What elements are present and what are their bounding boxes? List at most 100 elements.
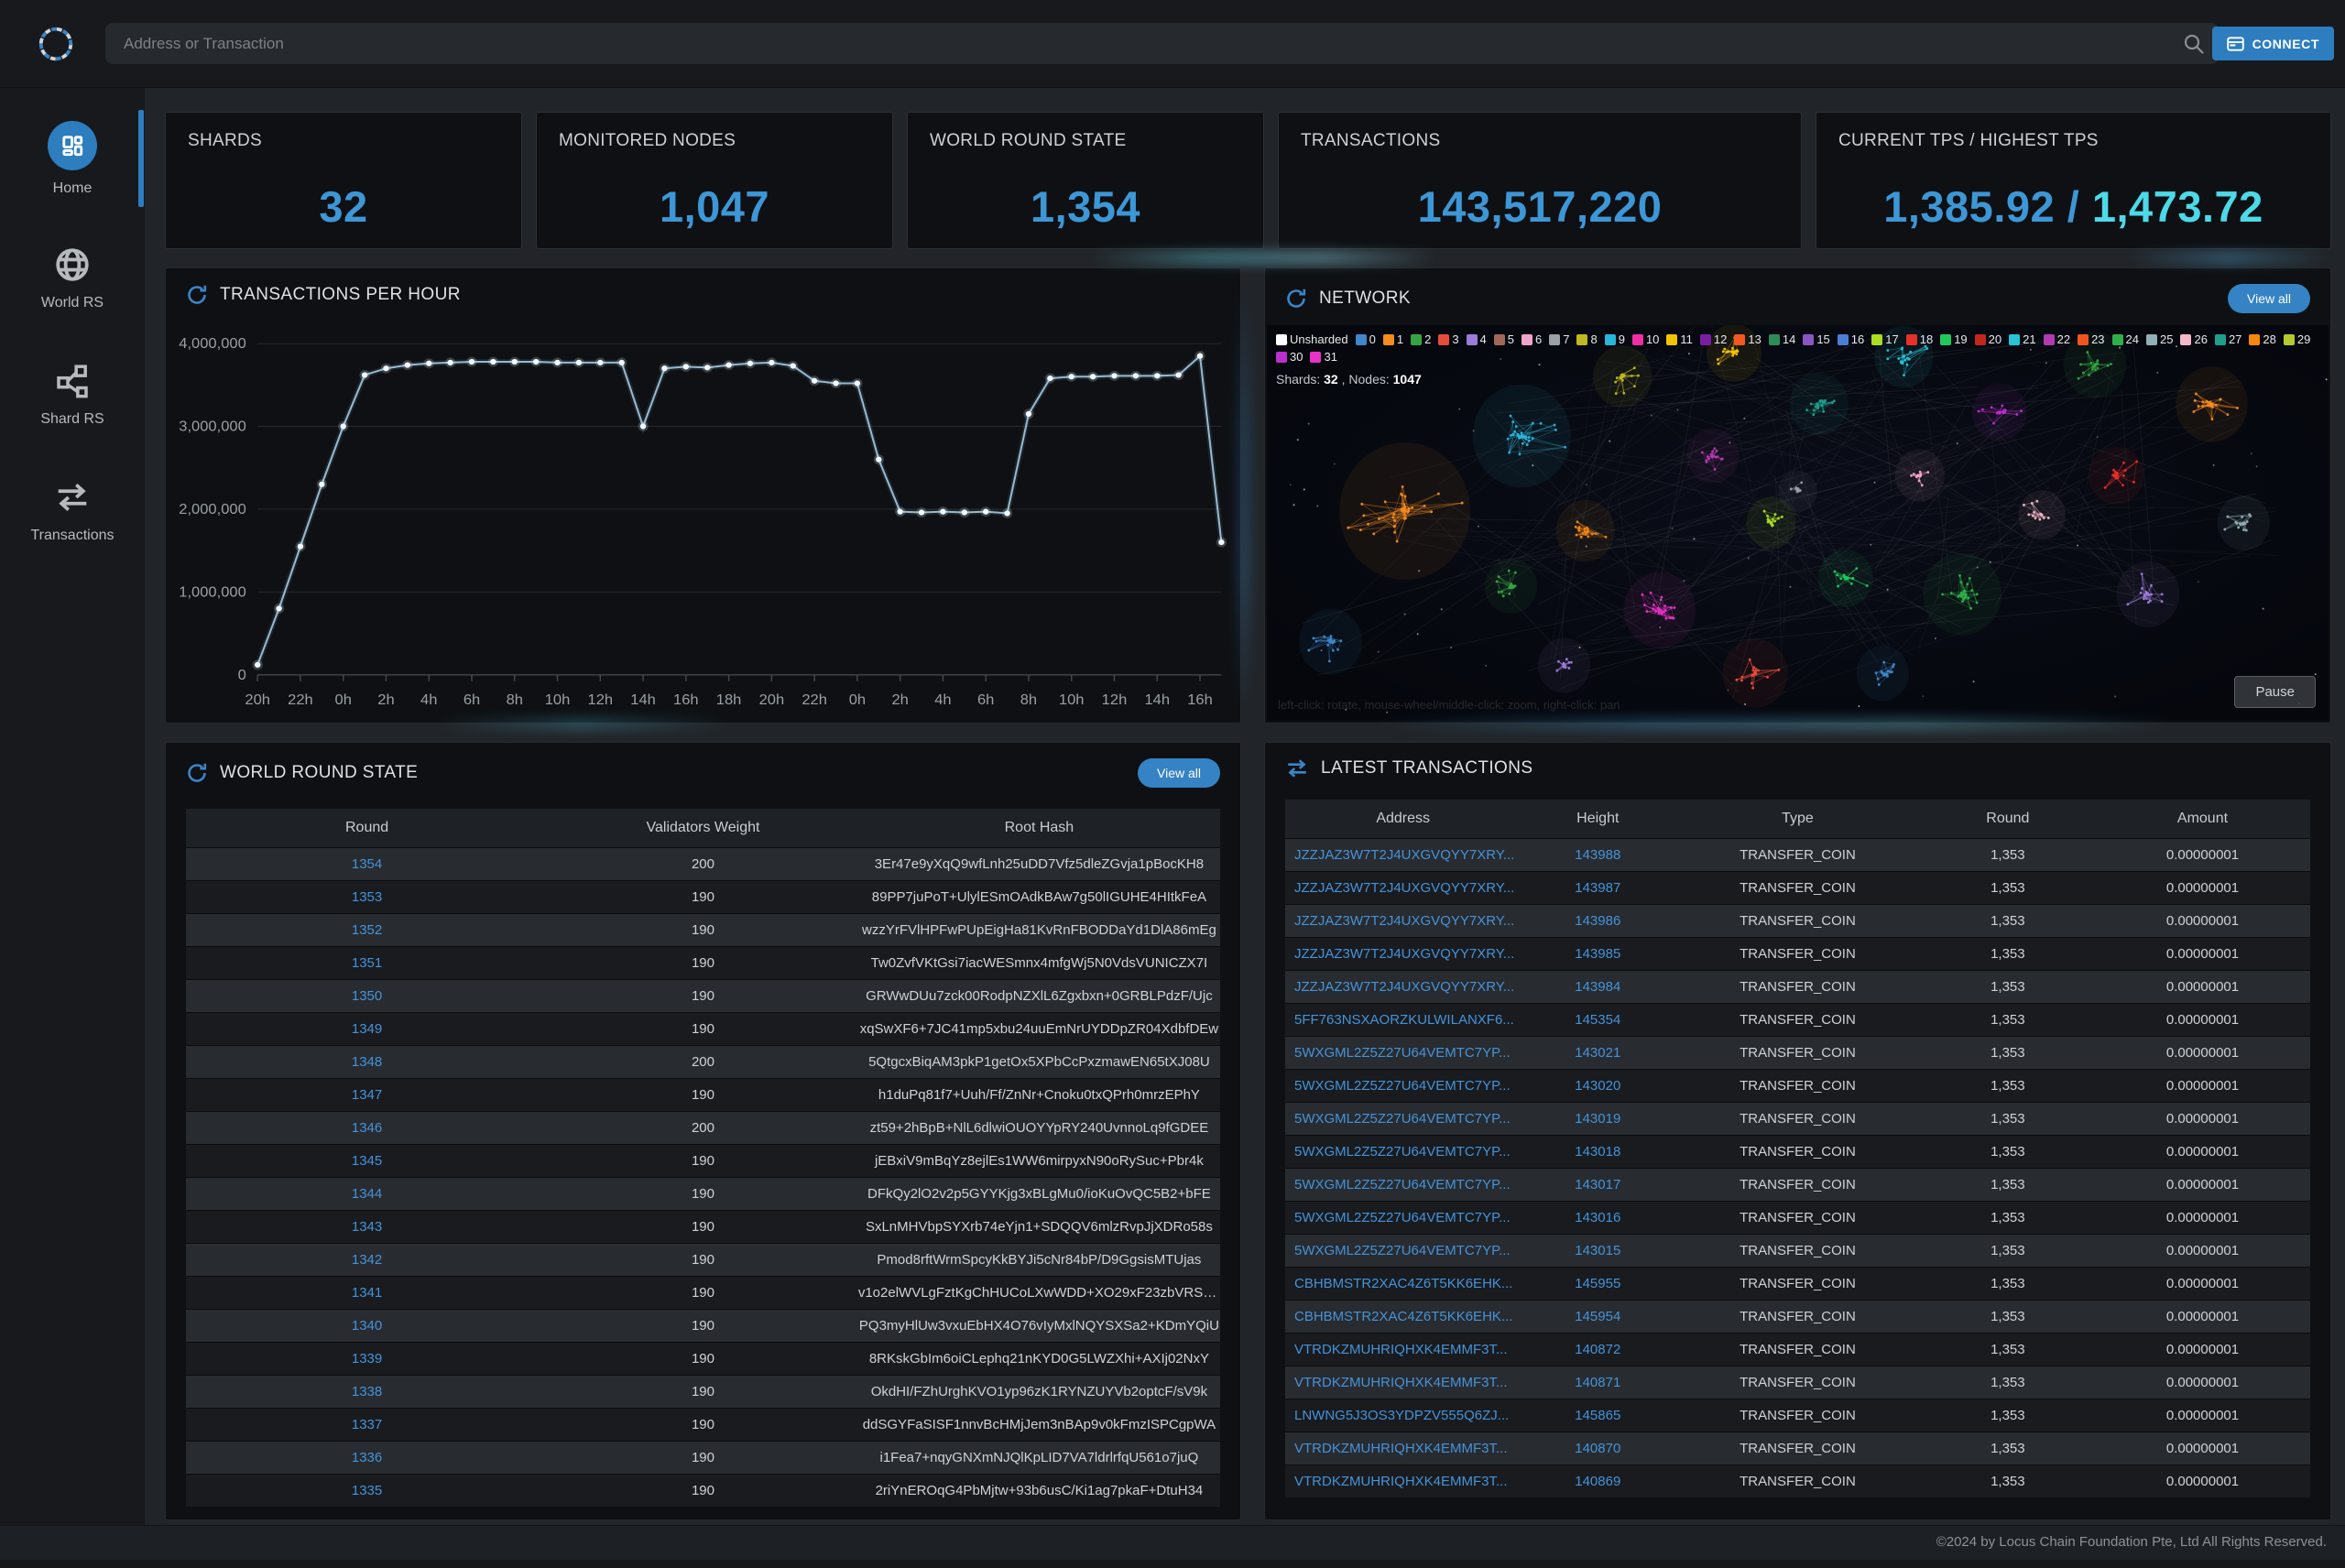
address-link[interactable]: 5WXGML2Z5Z27U64VEMTC7YP... <box>1285 1201 1521 1234</box>
search-input[interactable] <box>105 23 2219 64</box>
world-round-state-panel: WORLD ROUND STATE View all Round Validat… <box>165 742 1241 1520</box>
height-link[interactable]: 140872 <box>1521 1333 1674 1366</box>
height-link[interactable]: 143019 <box>1521 1102 1674 1135</box>
address-link[interactable]: 5WXGML2Z5Z27U64VEMTC7YP... <box>1285 1102 1521 1135</box>
address-link[interactable]: JZZJAZ3W7T2J4UXGVQYY7XRY... <box>1285 838 1521 871</box>
address-link[interactable]: 5WXGML2Z5Z27U64VEMTC7YP... <box>1285 1168 1521 1201</box>
round-link[interactable]: 1345 <box>186 1144 548 1177</box>
sidebar-item-world-rs[interactable]: World RS <box>0 245 145 311</box>
address-link[interactable]: LNWNG5J3OS3YDPZV555Q6ZJ... <box>1285 1399 1521 1432</box>
tx-row: VTRDKZMUHRIQHXK4EMMF3T...140872TRANSFER_… <box>1285 1333 2310 1366</box>
col-type: Type <box>1674 800 1921 838</box>
address-link[interactable]: 5WXGML2Z5Z27U64VEMTC7YP... <box>1285 1069 1521 1102</box>
height-link[interactable]: 143017 <box>1521 1168 1674 1201</box>
height-link[interactable]: 143018 <box>1521 1135 1674 1168</box>
height-link[interactable]: 143016 <box>1521 1201 1674 1234</box>
round-cell: 1,353 <box>1921 1366 2095 1399</box>
round-link[interactable]: 1354 <box>186 847 548 880</box>
round-link[interactable]: 1341 <box>186 1276 548 1309</box>
round-link[interactable]: 1352 <box>186 913 548 946</box>
address-link[interactable]: CBHBMSTR2XAC4Z6T5KK6EHK... <box>1285 1267 1521 1300</box>
top-bar: CONNECT <box>0 0 2345 88</box>
address-link[interactable]: VTRDKZMUHRIQHXK4EMMF3T... <box>1285 1366 1521 1399</box>
globe-icon <box>52 245 93 285</box>
address-link[interactable]: VTRDKZMUHRIQHXK4EMMF3T... <box>1285 1333 1521 1366</box>
address-link[interactable]: 5FF763NSXAORZKULWILANXF6... <box>1285 1003 1521 1036</box>
address-link[interactable]: JZZJAZ3W7T2J4UXGVQYY7XRY... <box>1285 970 1521 1003</box>
round-link[interactable]: 1349 <box>186 1012 548 1045</box>
height-link[interactable]: 143020 <box>1521 1069 1674 1102</box>
height-link[interactable]: 143986 <box>1521 904 1674 937</box>
search-icon[interactable] <box>2182 32 2206 56</box>
height-link[interactable]: 143021 <box>1521 1036 1674 1069</box>
height-link[interactable]: 145865 <box>1521 1399 1674 1432</box>
height-link[interactable]: 140869 <box>1521 1465 1674 1497</box>
round-cell: 1,353 <box>1921 1168 2095 1201</box>
svg-text:2h: 2h <box>891 691 908 708</box>
round-link[interactable]: 1336 <box>186 1441 548 1474</box>
height-link[interactable]: 145954 <box>1521 1300 1674 1333</box>
height-link[interactable]: 140871 <box>1521 1366 1674 1399</box>
tx-row: JZZJAZ3W7T2J4UXGVQYY7XRY...143988TRANSFE… <box>1285 838 2310 871</box>
round-link[interactable]: 1344 <box>186 1177 548 1210</box>
address-link[interactable]: JZZJAZ3W7T2J4UXGVQYY7XRY... <box>1285 871 1521 904</box>
address-link[interactable]: VTRDKZMUHRIQHXK4EMMF3T... <box>1285 1432 1521 1465</box>
amount-cell: 0.00000001 <box>2095 1465 2310 1497</box>
round-link[interactable]: 1350 <box>186 979 548 1012</box>
network-graph-canvas[interactable]: Unsharded0123456789101112131415161718192… <box>1267 325 2329 721</box>
address-link[interactable]: JZZJAZ3W7T2J4UXGVQYY7XRY... <box>1285 937 1521 970</box>
sidebar-item-home[interactable]: Home <box>0 121 145 197</box>
round-link[interactable]: 1340 <box>186 1309 548 1342</box>
round-link[interactable]: 1342 <box>186 1243 548 1276</box>
height-link[interactable]: 145955 <box>1521 1267 1674 1300</box>
connect-button[interactable]: CONNECT <box>2212 27 2334 60</box>
pause-button[interactable]: Pause <box>2234 676 2316 708</box>
height-link[interactable]: 143988 <box>1521 838 1674 871</box>
sidebar-item-shard-rs[interactable]: Shard RS <box>0 361 145 428</box>
tx-row: 5WXGML2Z5Z27U64VEMTC7YP...143016TRANSFER… <box>1285 1201 2310 1234</box>
locus-chain-logo[interactable] <box>35 23 77 65</box>
tx-row: 5WXGML2Z5Z27U64VEMTC7YP...143019TRANSFER… <box>1285 1102 2310 1135</box>
height-link[interactable]: 143015 <box>1521 1234 1674 1267</box>
address-link[interactable]: CBHBMSTR2XAC4Z6T5KK6EHK... <box>1285 1300 1521 1333</box>
round-link[interactable]: 1337 <box>186 1408 548 1441</box>
wrs-row: 13542003Er47e9yXqQ9wfLnh25uDD7Vfz5dleZGv… <box>186 847 1220 880</box>
round-link[interactable]: 1348 <box>186 1045 548 1078</box>
address-link[interactable]: 5WXGML2Z5Z27U64VEMTC7YP... <box>1285 1234 1521 1267</box>
sidebar-label-transactions: Transactions <box>31 528 115 544</box>
height-link[interactable]: 140870 <box>1521 1432 1674 1465</box>
svg-text:20h: 20h <box>759 691 785 708</box>
refresh-icon[interactable] <box>1285 288 1307 310</box>
height-link[interactable]: 145354 <box>1521 1003 1674 1036</box>
col-round: Round <box>1921 800 2095 838</box>
height-link[interactable]: 143987 <box>1521 871 1674 904</box>
address-link[interactable]: 5WXGML2Z5Z27U64VEMTC7YP... <box>1285 1135 1521 1168</box>
round-link[interactable]: 1353 <box>186 880 548 913</box>
refresh-icon[interactable] <box>186 762 208 784</box>
tx-row: 5WXGML2Z5Z27U64VEMTC7YP...143018TRANSFER… <box>1285 1135 2310 1168</box>
round-link[interactable]: 1347 <box>186 1078 548 1111</box>
transactions-arrows-icon <box>52 477 93 517</box>
round-link[interactable]: 1351 <box>186 946 548 979</box>
wrs-view-all-button[interactable]: View all <box>1138 758 1220 788</box>
round-cell: 1,353 <box>1921 1234 2095 1267</box>
address-link[interactable]: 5WXGML2Z5Z27U64VEMTC7YP... <box>1285 1036 1521 1069</box>
type-cell: TRANSFER_COIN <box>1674 1069 1921 1102</box>
network-view-all-button[interactable]: View all <box>2228 284 2310 313</box>
round-link[interactable]: 1335 <box>186 1474 548 1507</box>
height-link[interactable]: 143985 <box>1521 937 1674 970</box>
address-link[interactable]: VTRDKZMUHRIQHXK4EMMF3T... <box>1285 1465 1521 1497</box>
tx-row: JZZJAZ3W7T2J4UXGVQYY7XRY...143987TRANSFE… <box>1285 871 2310 904</box>
round-link[interactable]: 1343 <box>186 1210 548 1243</box>
refresh-icon[interactable] <box>186 284 208 306</box>
round-cell: 1,353 <box>1921 1003 2095 1036</box>
round-link[interactable]: 1338 <box>186 1375 548 1408</box>
round-cell: 1,353 <box>1921 838 2095 871</box>
round-link[interactable]: 1346 <box>186 1111 548 1144</box>
address-link[interactable]: JZZJAZ3W7T2J4UXGVQYY7XRY... <box>1285 904 1521 937</box>
sidebar-item-transactions[interactable]: Transactions <box>0 477 145 544</box>
wrs-row: 1338190OkdHI/FZhUrghKVO1yp96zK1RYNZUYVb2… <box>186 1375 1220 1408</box>
wrs-row: 1341190v1o2elWVLgFztKgChHUCoLXwWDD+XO29x… <box>186 1276 1220 1309</box>
round-link[interactable]: 1339 <box>186 1342 548 1375</box>
height-link[interactable]: 143984 <box>1521 970 1674 1003</box>
